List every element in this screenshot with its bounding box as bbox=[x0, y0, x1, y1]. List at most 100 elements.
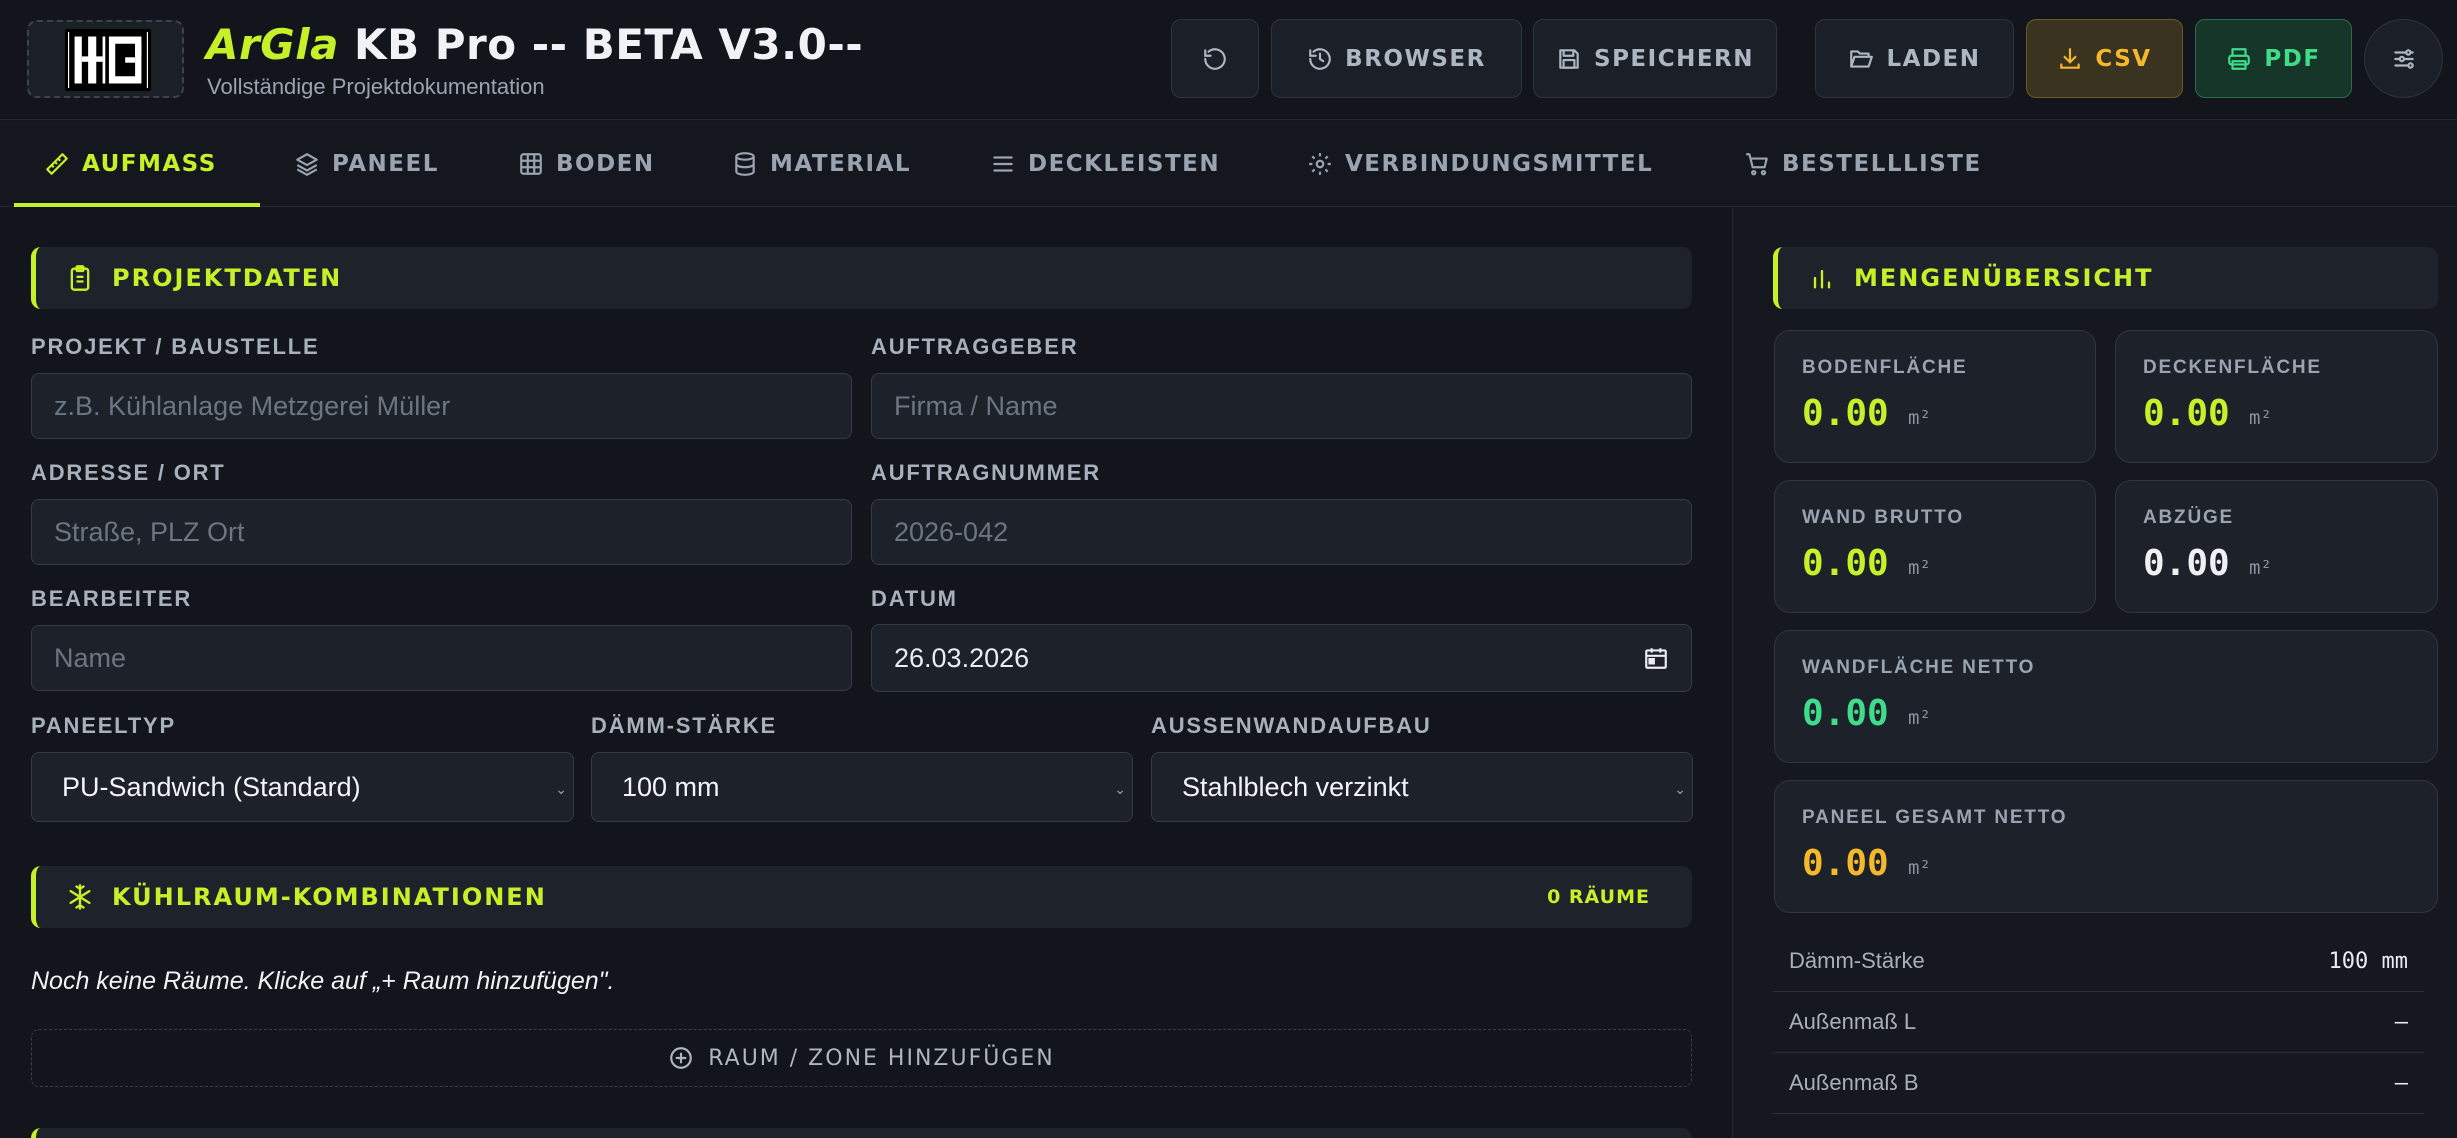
daemm-select[interactable]: 100 mm ⌄ bbox=[591, 752, 1133, 822]
reset-button[interactable] bbox=[1171, 19, 1259, 98]
save-icon bbox=[1559, 48, 1579, 69]
bodenflaeche-label: BODENFLÄCHE bbox=[1802, 357, 1968, 378]
grid-icon bbox=[520, 153, 542, 175]
paneel-gesamt-label: PANEEL GESAMT NETTO bbox=[1802, 807, 2068, 828]
unit-label: m² bbox=[2249, 557, 2272, 579]
deckenflaeche-value: 0.00 bbox=[2143, 393, 2230, 434]
printer-icon bbox=[2228, 47, 2251, 70]
projektdaten-heading: PROJEKTDATEN bbox=[31, 247, 1692, 309]
tab-material-label: MATERIAL bbox=[770, 151, 912, 177]
csv-export-button[interactable]: CSV bbox=[2026, 19, 2183, 98]
deckenflaeche-card: DECKENFLÄCHE 0.00 m² bbox=[2115, 330, 2438, 463]
adresse-label: ADRESSE / ORT bbox=[31, 460, 226, 485]
cart-icon bbox=[1746, 153, 1768, 176]
database-icon bbox=[735, 152, 755, 176]
browser-button[interactable]: BROWSER bbox=[1271, 19, 1522, 98]
tab-paneel[interactable]: PANEEL bbox=[264, 121, 469, 207]
app-subtitle: Vollständige Projektdokumentation bbox=[207, 74, 545, 99]
tab-bestellliste-label: BESTELLLISTE bbox=[1782, 151, 1982, 177]
paneel-gesamt-value: 0.00 bbox=[1802, 843, 1889, 884]
summary-row-label: Außenmaß L bbox=[1789, 1009, 1917, 1034]
wand-brutto-label: WAND BRUTTO bbox=[1802, 507, 1964, 528]
unit-label: m² bbox=[2249, 407, 2272, 429]
unit-label: m² bbox=[1908, 557, 1931, 579]
wand-brutto-card: WAND BRUTTO 0.00 m² bbox=[1774, 480, 2096, 613]
projektdaten-title: PROJEKTDATEN bbox=[112, 264, 343, 292]
summary-row-value: – bbox=[2394, 1009, 2408, 1035]
wandflaeche-netto-value: 0.00 bbox=[1802, 693, 1889, 734]
clipboard-icon bbox=[70, 265, 90, 291]
aussenwand-label: AUSSENWANDAUFBAU bbox=[1151, 713, 1432, 738]
room-count-badge: 0 RÄUME bbox=[1547, 886, 1650, 908]
brand-name: ArGla bbox=[206, 20, 339, 69]
app-title-rest: KB Pro -- BETA V3.0-- bbox=[338, 20, 864, 69]
bar-chart-icon bbox=[1813, 269, 1831, 289]
chevron-down-icon: ⌄ bbox=[1674, 781, 1686, 797]
snowflake-icon bbox=[69, 884, 91, 910]
daemm-value: 100 mm bbox=[622, 771, 720, 802]
projekt-input[interactable] bbox=[31, 373, 852, 439]
tab-verbindungsmittel-label: VERBINDUNGSMITTEL bbox=[1345, 151, 1654, 177]
folder-open-icon bbox=[1850, 49, 1874, 68]
wandflaeche-netto-label: WANDFLÄCHE NETTO bbox=[1802, 657, 2036, 678]
wand-brutto-value: 0.00 bbox=[1802, 543, 1889, 584]
tab-paneel-label: PANEEL bbox=[332, 151, 439, 177]
wandflaeche-netto-card: WANDFLÄCHE NETTO 0.00 m² bbox=[1774, 630, 2438, 763]
browser-button-label: BROWSER bbox=[1345, 45, 1486, 72]
tab-material[interactable]: MATERIAL bbox=[702, 121, 941, 207]
next-section-heading bbox=[31, 1128, 1692, 1138]
kuehlraum-heading: KÜHLRAUM-KOMBINATIONEN 0 RÄUME bbox=[31, 866, 1692, 928]
abzuege-value: 0.00 bbox=[2143, 543, 2230, 584]
aussenwand-value: Stahlblech verzinkt bbox=[1182, 771, 1409, 802]
pdf-print-button[interactable]: PDF bbox=[2195, 19, 2352, 98]
summary-row-label: Außenmaß B bbox=[1789, 1070, 1919, 1095]
layers-icon bbox=[296, 153, 318, 176]
tab-deckleisten[interactable]: DECKLEISTEN bbox=[960, 121, 1250, 207]
paneeltyp-label: PANEELTYP bbox=[31, 713, 176, 738]
tab-boden[interactable]: BODEN bbox=[488, 121, 685, 207]
save-button-label: SPEICHERN bbox=[1594, 45, 1754, 72]
abzuege-card: ABZÜGE 0.00 m² bbox=[2115, 480, 2438, 613]
bearbeiter-label: BEARBEITER bbox=[31, 586, 193, 611]
chevron-down-icon: ⌄ bbox=[555, 781, 567, 797]
logo-mark bbox=[65, 29, 151, 91]
add-room-button[interactable]: RAUM / ZONE HINZUFÜGEN bbox=[31, 1029, 1692, 1087]
adresse-input[interactable] bbox=[31, 499, 852, 565]
save-button[interactable]: SPEICHERN bbox=[1533, 19, 1777, 98]
daemm-label: DÄMM-STÄRKE bbox=[591, 713, 778, 738]
kuehlraum-title: KÜHLRAUM-KOMBINATIONEN bbox=[112, 883, 547, 911]
projekt-label: PROJEKT / BAUSTELLE bbox=[31, 334, 320, 359]
add-room-label: RAUM / ZONE HINZUFÜGEN bbox=[708, 1045, 1055, 1071]
tab-bestellliste[interactable]: BESTELLLISTE bbox=[1714, 121, 2012, 207]
paneeltyp-select[interactable]: PU-Sandwich (Standard) ⌄ bbox=[31, 752, 574, 822]
main-tabs: AUFMASS PANEEL BODEN MATERIAL DECKLEISTE… bbox=[0, 121, 2457, 207]
load-button[interactable]: LADEN bbox=[1815, 19, 2014, 98]
abzuege-label: ABZÜGE bbox=[2143, 507, 2235, 528]
auftraggeber-input[interactable] bbox=[871, 373, 1692, 439]
mengenuebersicht-title: MENGENÜBERSICHT bbox=[1854, 264, 2154, 292]
tab-verbindungsmittel[interactable]: VERBINDUNGSMITTEL bbox=[1277, 121, 1683, 207]
gear-icon bbox=[1309, 153, 1331, 175]
bearbeiter-input[interactable] bbox=[31, 625, 852, 691]
settings-button[interactable] bbox=[2364, 19, 2443, 98]
summary-row: Außenmaß B – bbox=[1773, 1053, 2424, 1114]
aussenwand-select[interactable]: Stahlblech verzinkt ⌄ bbox=[1151, 752, 1693, 822]
tab-deckleisten-label: DECKLEISTEN bbox=[1028, 151, 1221, 177]
undo-icon bbox=[1204, 47, 1226, 70]
ruler-icon bbox=[46, 153, 68, 175]
app-logo bbox=[27, 20, 184, 98]
csv-button-label: CSV bbox=[2095, 45, 2152, 72]
summary-row: Dämm-Stärke 100 mm bbox=[1773, 931, 2424, 992]
tab-aufmass-label: AUFMASS bbox=[82, 151, 217, 177]
sliders-icon bbox=[2393, 48, 2414, 69]
download-icon bbox=[2060, 47, 2081, 69]
auftraggeber-label: AUFTRAGGEBER bbox=[871, 334, 1079, 359]
auftragnummer-input[interactable] bbox=[871, 499, 1692, 565]
calendar-icon[interactable] bbox=[1643, 645, 1669, 671]
summary-row-value: 100 mm bbox=[2328, 948, 2408, 974]
datum-input[interactable]: 26.03.2026 bbox=[871, 624, 1692, 692]
tab-aufmass[interactable]: AUFMASS bbox=[14, 121, 260, 207]
load-button-label: LADEN bbox=[1886, 45, 1981, 72]
summary-row-value: – bbox=[2394, 1070, 2408, 1096]
summary-row-label: Dämm-Stärke bbox=[1789, 948, 1925, 973]
